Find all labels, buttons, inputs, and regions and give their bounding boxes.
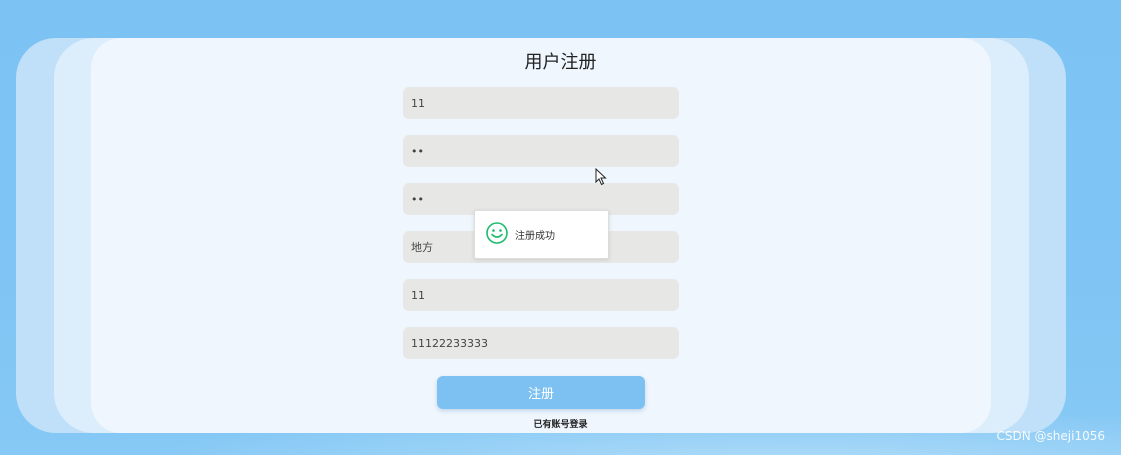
password-field[interactable]: •• bbox=[403, 135, 679, 167]
smile-icon bbox=[485, 221, 509, 249]
register-button[interactable]: 注册 bbox=[437, 376, 645, 409]
name-field[interactable]: 11 bbox=[403, 279, 679, 311]
mouse-cursor-icon bbox=[595, 168, 607, 186]
phone-field[interactable]: 11122233333 bbox=[403, 327, 679, 359]
watermark: CSDN @sheji1056 bbox=[996, 429, 1105, 443]
page-title: 用户注册 bbox=[524, 52, 597, 73]
username-field[interactable]: 11 bbox=[403, 87, 679, 119]
login-link[interactable]: 已有账号登录 bbox=[0, 417, 1121, 430]
toast-message: 注册成功 bbox=[515, 231, 555, 242]
success-toast: 注册成功 bbox=[474, 210, 609, 259]
